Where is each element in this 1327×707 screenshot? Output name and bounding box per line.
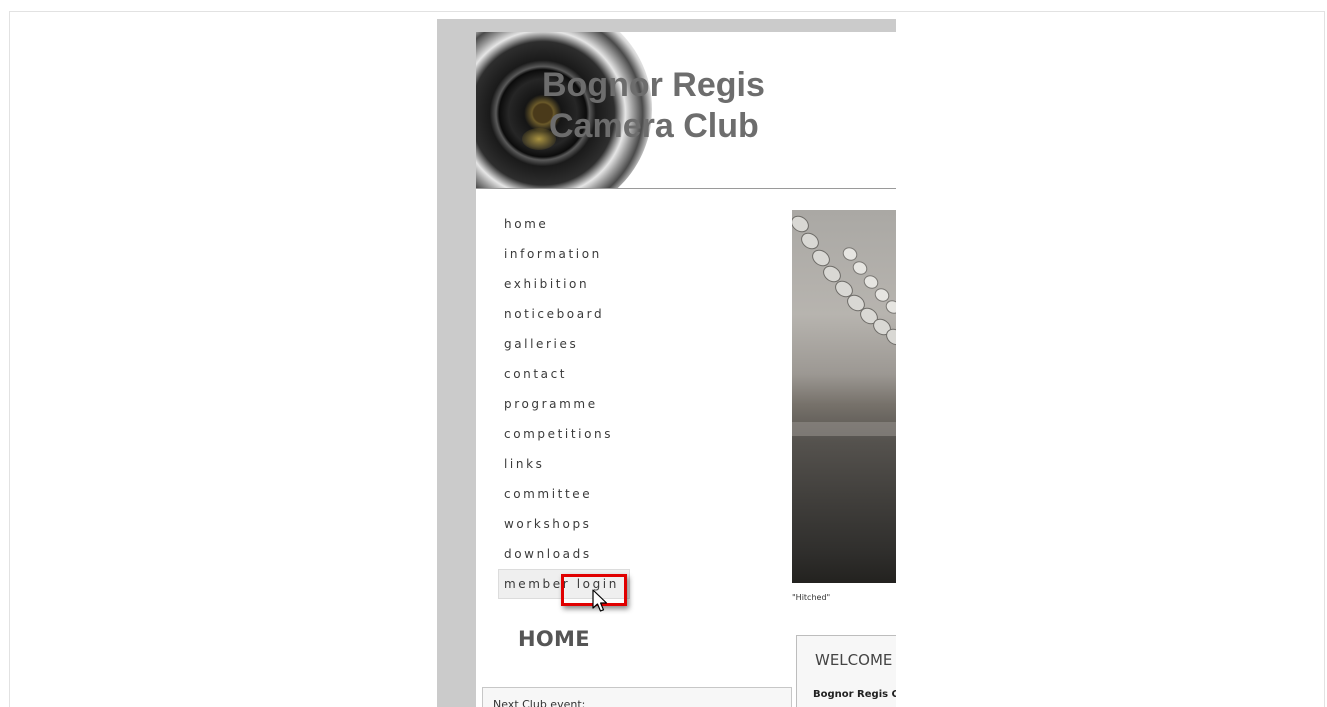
site-title[interactable]: Bognor Regis Camera Club (542, 65, 765, 147)
nav-item-workshops[interactable]: workshops (498, 509, 760, 539)
main-nav: home information exhibition noticeboard … (498, 209, 760, 599)
welcome-panel: WELCOME Bognor Regis C (796, 635, 896, 707)
page-gutter-top (437, 19, 896, 32)
welcome-text: Bognor Regis C (813, 689, 896, 700)
nav-item-galleries[interactable]: galleries (498, 329, 760, 359)
next-event-title: Next Club event: (493, 698, 586, 707)
welcome-title: WELCOME (815, 651, 893, 669)
featured-photo[interactable] (792, 210, 896, 583)
page-viewport: Bognor Regis Camera Club home informatio… (437, 19, 896, 707)
rope-graphic (792, 215, 896, 436)
nav-item-noticeboard[interactable]: noticeboard (498, 299, 760, 329)
page-gutter-left (437, 19, 476, 707)
nav-item-exhibition[interactable]: exhibition (498, 269, 760, 299)
nav-item-information[interactable]: information (498, 239, 760, 269)
nav-item-competitions[interactable]: competitions (498, 419, 760, 449)
photo-caption: "Hitched" (792, 593, 831, 602)
nav-item-contact[interactable]: contact (498, 359, 760, 389)
nav-item-programme[interactable]: programme (498, 389, 760, 419)
site-title-line1: Bognor Regis (542, 66, 765, 104)
page-title: HOME (518, 627, 590, 651)
nav-item-home[interactable]: home (498, 209, 760, 239)
site-title-line2: Camera Club (549, 107, 759, 145)
nav-item-links[interactable]: links (498, 449, 760, 479)
site-header: Bognor Regis Camera Club (476, 32, 896, 189)
nav-item-committee[interactable]: committee (498, 479, 760, 509)
nav-item-downloads[interactable]: downloads (498, 539, 760, 569)
next-event-panel: Next Club event: (482, 687, 792, 707)
arrow-cursor-icon (592, 589, 608, 612)
